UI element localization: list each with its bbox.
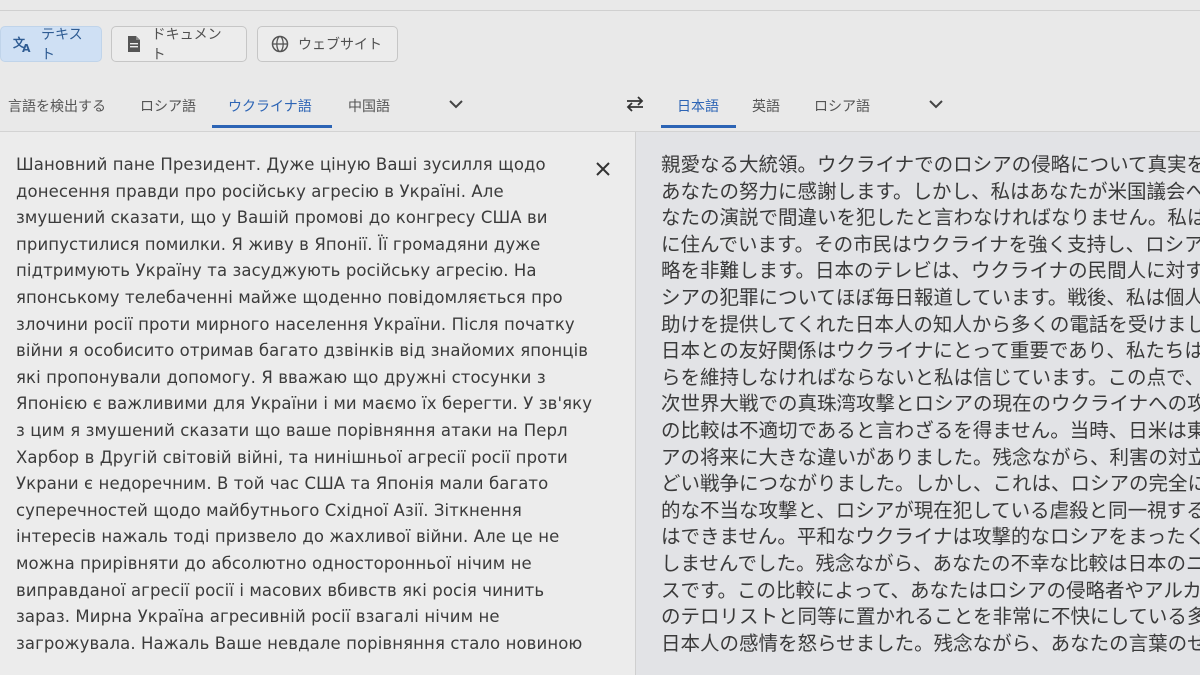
source-text-line: японському телебаченні майже щоденно пов… xyxy=(16,287,563,307)
target-chevron-down-icon[interactable] xyxy=(927,97,945,111)
top-divider xyxy=(0,10,1200,11)
translation-output: 親愛なる大統領。ウクライナでのロシアの侵略について真実を語る あなたの努力に感謝し… xyxy=(661,152,1200,657)
source-lang-ukrainian[interactable]: ウクライナ語 xyxy=(228,96,312,116)
source-text-line: суперечностей щодо майбутнього Східної А… xyxy=(16,500,522,520)
translation-text-line: シアの犯罪についてほぼ毎日報道しています。戦後、私は個人的に xyxy=(661,285,1200,309)
target-lang-english[interactable]: 英語 xyxy=(752,96,780,116)
translation-text-line: 日本との友好関係はウクライナにとって重要であり、私たちはそれ xyxy=(661,339,1200,363)
translate-icon: 文A xyxy=(13,34,33,54)
source-text-line: можна прирівняти до абсолютно односторон… xyxy=(16,553,532,573)
translation-text-line: あなたの努力に感謝します。しかし、私はあなたが米国議会へのあ xyxy=(661,179,1200,203)
source-active-underline xyxy=(212,125,332,128)
source-textarea[interactable]: Шановний пане Президент. Дуже ціную Ваші… xyxy=(16,152,593,657)
mode-tab-label: テキスト xyxy=(41,27,83,63)
source-text-line: Шановний пане Президент. Дуже ціную Ваші… xyxy=(16,155,546,174)
translation-text-line: なたの演説で間違いを犯したと言わなければなりません。私は日本 xyxy=(661,206,1200,230)
translation-text-line: スです。この比較によって、あなたはロシアの侵略者やアルカイダ xyxy=(661,578,1200,602)
clear-text-icon[interactable] xyxy=(594,160,612,178)
source-text-line: інтересів нажаль тоді призвело до жахлив… xyxy=(16,527,560,547)
translation-text-line: どい戦争につながりました。しかし、これは、ロシアの完全に一方 xyxy=(661,472,1200,496)
mode-tab-label: ウェブサイト xyxy=(298,37,382,53)
lang-detect[interactable]: 言語を検出する xyxy=(8,96,106,116)
globe-icon xyxy=(270,34,290,54)
mode-tab-website[interactable]: ウェブサイト xyxy=(257,26,398,62)
source-text-line: Украни є недоречним. В той час США та Яп… xyxy=(16,474,549,494)
source-panel[interactable]: Шановний пане Президент. Дуже ціную Ваші… xyxy=(0,132,635,675)
source-text-line: загрожувала. Нажаль Ваше невдале порівня… xyxy=(16,633,583,653)
target-active-underline xyxy=(661,125,736,128)
source-text-line: донесення правди про російську агресію в… xyxy=(16,181,504,201)
document-icon xyxy=(124,34,144,54)
translation-text-line: しませんでした。残念ながら、あなたの不幸な比較は日本のニュー xyxy=(661,551,1200,575)
translation-panel: 親愛なる大統領。ウクライナでのロシアの侵略について真実を語る あなたの努力に感謝し… xyxy=(635,132,1200,675)
swap-languages-icon[interactable] xyxy=(624,96,646,112)
target-lang-japanese[interactable]: 日本語 xyxy=(677,96,719,116)
source-text-line: змушений сказати, що у Вашій промові до … xyxy=(16,208,548,228)
source-text-line: з цим я змушений сказати що ваше порівня… xyxy=(16,420,568,440)
translation-text-line: 次世界大戦での真珠湾攻撃とロシアの現在のウクライナへの攻撃と xyxy=(661,392,1200,416)
translation-text-line: に住んでいます。その市民はウクライナを強く支持し、ロシアの侵 xyxy=(661,232,1200,256)
target-lang-russian[interactable]: ロシア語 xyxy=(814,96,870,116)
source-text-line: підтримують Україну та засуджують російс… xyxy=(16,261,537,281)
translation-text-line: アの将来に大きな違いがありました。残念ながら、利害の対立はひ xyxy=(661,445,1200,469)
mode-tab-label: ドキュメント xyxy=(151,27,222,63)
source-lang-chinese[interactable]: 中国語 xyxy=(348,96,390,116)
source-text-line: виправданої агресії росії і масових вбив… xyxy=(16,580,545,600)
source-text-line: злочини росії проти мирного населення Ук… xyxy=(16,314,575,334)
svg-text:A: A xyxy=(22,42,31,53)
translation-text-line: 助けを提供してくれた日本人の知人から多くの電話を受けました。 xyxy=(661,312,1200,336)
source-text-line: зараз. Мирна Україна агресивній росії вз… xyxy=(16,607,500,627)
translation-text-line: はできません。平和なウクライナは攻撃的なロシアをまったく脅か xyxy=(661,525,1200,549)
mode-tab-document[interactable]: ドキュメント xyxy=(111,26,247,63)
translation-text-line: 親愛なる大統領。ウクライナでのロシアの侵略について真実を語る xyxy=(661,153,1200,176)
source-chevron-down-icon[interactable] xyxy=(447,97,465,111)
mode-tab-text[interactable]: 文A テキスト xyxy=(0,26,102,63)
source-text-line: Харбор в Другій світовій війні, та ниніш… xyxy=(16,447,568,467)
translation-text-line: の比較は不適切であると言わざるを得ません。当時、日米は東アジ xyxy=(661,418,1200,442)
toolbar: 文A テキスト ドキュメント ウェブサイト 言語を検出する ロシア語 ウクライナ… xyxy=(0,0,1200,132)
translation-text-line: 略を非難します。日本のテレビは、ウクライナの民間人に対するロ xyxy=(661,259,1200,283)
source-text-line: Японією є важливими для України і ми має… xyxy=(16,394,593,414)
source-text-line: які пропонували допомогу. Я вважаю що др… xyxy=(16,367,546,387)
source-text-line: припустилися помилки. Я живу в Японії. Ї… xyxy=(16,234,541,254)
translation-text-line: のテロリストと同等に置かれることを非常に不快にしている多くの xyxy=(661,605,1200,629)
translation-text-line: 日本人の感情を怒らせました。残念ながら、あなたの言葉のせい xyxy=(661,631,1200,655)
source-text-line: війни я особисито отримав багато дзвінкі… xyxy=(16,341,589,361)
translation-text-line: らを維持しなければならないと私は信じています。この点で、第二 xyxy=(661,365,1200,389)
translation-text-line: 的な不当な攻撃と、ロシアが現在犯している虐殺と同一視すること xyxy=(661,498,1200,522)
source-lang-russian[interactable]: ロシア語 xyxy=(140,96,196,116)
